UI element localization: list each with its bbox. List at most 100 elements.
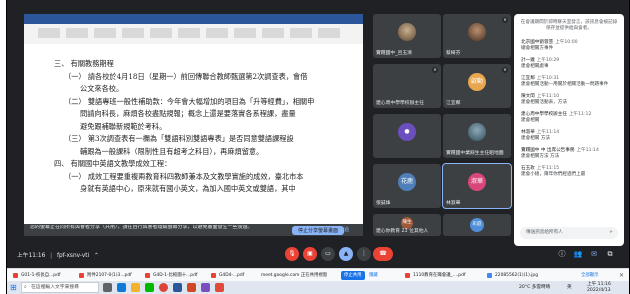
end-call-button[interactable]: ☎ — [373, 247, 393, 261]
download-item[interactable]: 22085562(1)(1).jpg — [487, 271, 538, 280]
show-all-downloads-button[interactable]: 全部顯示 — [581, 271, 599, 280]
chat-icon[interactable]: ✉ — [589, 249, 599, 259]
taskbar: ⊞ ⌕ 在這裡輸入文字來搜尋 20°C 多雲時晴 英 上午 11:16 2022… — [7, 281, 629, 294]
pdf-icon — [79, 273, 84, 278]
doc-line: 四、 有關國中英語文教學成效工程： — [54, 159, 172, 168]
participant-tile[interactable]: 啟動 ✕ 江宜鄰 — [443, 64, 511, 108]
download-item[interactable]: G4D4-...pdf — [211, 271, 244, 280]
chat-message: 實踐國中 中 出席公告事務 上午11:14 建會相關方法 方法 — [514, 144, 624, 162]
windows-start-icon[interactable]: ⊞ — [10, 283, 19, 292]
pdf-icon — [145, 273, 150, 278]
edge-icon[interactable] — [117, 283, 126, 292]
word-icon[interactable] — [173, 283, 182, 292]
participant-avatar: 花鹿 — [398, 173, 416, 192]
participant-tile[interactable]: ● — [373, 114, 441, 158]
chat-message: 計一雞 上午10:29 建會相關處事 — [514, 54, 624, 72]
doc-line: （一） 成效工程要重複兩教育科四教師兼本及文教學實施的成效，臺北市本 — [64, 171, 304, 181]
chat-input-placeholder: 傳送訊息給所有人 — [526, 230, 563, 235]
explorer-icon[interactable] — [131, 283, 140, 292]
camera-toggle-button[interactable]: ▣ — [303, 247, 317, 261]
send-icon[interactable]: ➤ — [609, 227, 613, 239]
doc-line: （一） 請各校於4月18日（星期一）前回傳聯合教師甄選第2次調查表，會借 — [64, 71, 308, 81]
clock-time: 上午 11:16 — [587, 282, 611, 287]
chat-time: 上午11:12 — [568, 112, 592, 117]
chat-input[interactable]: 傳送訊息給所有人 ➤ — [520, 227, 618, 239]
meeting-code: fpf-xsnv-vti — [56, 253, 90, 259]
doc-line: 輔跟為一般課科（限制性且有超考之科目），再麻煩留意。 — [80, 146, 264, 156]
activities-icon[interactable]: ⧉ — [605, 249, 615, 259]
doc-line: 身就有英語中心，原來就有國小英文，為加入國中英文或雙語，其中 — [80, 184, 296, 193]
download-item[interactable]: 1110教育在職會議_....pdf — [405, 271, 465, 280]
participant-name: 實踐國中業餘生主任組地圖 — [446, 151, 504, 156]
meeting-info: 上午11:16 | fpf-xsnv-vti ⌃ — [17, 253, 99, 259]
download-label: G4D-1-比較圖十...pdf — [153, 273, 198, 278]
image-icon — [487, 273, 492, 278]
participant-name: 建心你教育 23 位其他人 — [376, 229, 429, 234]
chat-time: 上午10:00 — [555, 40, 578, 45]
task-view-icon[interactable] — [103, 283, 112, 292]
mic-toggle-button[interactable]: 🎙 — [285, 247, 299, 261]
line-icon[interactable] — [145, 283, 154, 292]
chat-message: 林淑華 上午11:14 建會相關 方法 — [514, 126, 624, 144]
mic-off-icon: ✕ — [502, 17, 508, 23]
taskbar-search-placeholder: 在這裡輸入文字來搜尋 — [31, 285, 79, 290]
system-clock[interactable]: 上午 11:16 2022/4/13 — [587, 282, 611, 293]
download-label: 22085562(1)(1).jpg — [495, 273, 538, 278]
participant-tile[interactable]: 實踐國中業餘生主任組地圖 — [443, 114, 511, 158]
participant-name: 蔡綺芬 — [446, 51, 461, 56]
chat-time: 上午11:14 — [576, 148, 599, 153]
info-icon[interactable]: ⓘ — [557, 249, 567, 259]
chat-text: 建會小組，兩年你們經過們上最 — [521, 172, 586, 177]
chat-text: 建會相關方法 方法 — [521, 154, 560, 159]
app-icon[interactable] — [201, 283, 210, 292]
mic-off-icon: ✕ — [432, 67, 438, 73]
download-item[interactable]: 附件2107-0(1)3...pdf — [79, 271, 132, 280]
participant-name: 張誠烽 — [376, 201, 391, 206]
pdf-icon — [405, 273, 410, 278]
hide-banner-button[interactable]: 略過 — [339, 226, 349, 233]
doc-line: （二） 雙語專班一般性補助款：今年會大幅增加的項目為「升等經費」，相關申 — [64, 96, 315, 106]
download-item[interactable]: G4D-1-比較圖十...pdf — [145, 271, 197, 280]
participant-tile[interactable]: 淑華 林淑華 — [442, 163, 512, 209]
chat-message: 建心周中學學校辦主任 上午11:12 建會相關 — [514, 108, 624, 126]
participant-tile[interactable]: ✕ 蔡綺芬 — [443, 14, 511, 58]
chat-panel: 在會議期間於即時聊天室發言，該訊息會被記錄保存並提供給與會者。 北京國中劉蓉芸上… — [514, 14, 624, 246]
chat-text: 建會相關處事 — [521, 64, 549, 69]
participant-photo — [398, 23, 416, 42]
sharing-notice: meet.google.com 正在共用視窗 — [261, 271, 327, 280]
participant-tile[interactable]: 實踐國中_呂玉清 — [373, 14, 441, 58]
chrome-icon[interactable] — [159, 283, 168, 292]
participant-photo — [468, 123, 486, 142]
people-icon[interactable]: 👥 — [573, 249, 583, 259]
taskbar-search[interactable]: ⌕ 在這裡輸入文字來搜尋 — [21, 282, 99, 293]
participant-avatar: 啟動 — [468, 73, 486, 92]
stop-sharing-button[interactable]: 停止分享螢幕畫面 — [292, 226, 345, 235]
input-language[interactable]: 英 — [567, 285, 572, 291]
captions-button[interactable]: ▭ — [321, 247, 335, 261]
document-body: 三、 有關教務期程 （一） 請各校於4月18日（星期一）前回傳聯合教師甄選第2次… — [50, 58, 350, 196]
close-icon[interactable]: ✕ — [619, 271, 624, 280]
download-item[interactable]: G01-1-校長自...pdf — [13, 271, 60, 280]
app-icon[interactable] — [215, 283, 224, 292]
participant-photo — [468, 23, 486, 42]
participant-tile[interactable]: 彩庭 — [443, 214, 511, 236]
downloads-bar: G01-1-校長自...pdf 附件2107-0(1)3...pdf G4D-1… — [7, 268, 629, 281]
participant-avatar: ● — [398, 123, 416, 142]
clock-date: 2022/4/13 — [587, 287, 611, 293]
stop-sharing-chip[interactable]: 停止共用 — [341, 271, 365, 280]
participant-tile[interactable]: ✕ 建心周中學學校辦主任 — [373, 64, 441, 108]
more-options-button[interactable]: ⋮ — [357, 247, 371, 261]
chat-text: 建會相關 方法 — [521, 136, 551, 141]
powerpoint-icon[interactable] — [187, 283, 196, 292]
chat-text: 建會相關 — [521, 118, 540, 123]
weather-widget[interactable]: 20°C 多雲時晴 — [519, 285, 550, 291]
download-label: 1110教育在職會議_....pdf — [413, 273, 466, 278]
participant-tile[interactable]: 陳生 建心你教育 23 位其他人 — [373, 214, 441, 236]
participant-name: 林淑華 — [446, 201, 461, 206]
chat-message: 北京國中劉蓉芸 上午10:00 總會相關方事件 — [514, 36, 624, 54]
sharing-message: 您的螢幕正在向所有與會者分享（共用），請在自行與會者隱藏螢幕分享，以避免畫面發生… — [30, 225, 253, 230]
present-button[interactable]: ▲ — [339, 247, 353, 261]
participant-tile[interactable]: 花鹿 張誠烽 — [373, 164, 441, 208]
hide-chip[interactable]: 隱藏 — [369, 271, 378, 280]
doc-line: 問請向科長，麻煩各校盡點規報；概念上還是要落實各系程課，盡量 — [80, 109, 296, 118]
